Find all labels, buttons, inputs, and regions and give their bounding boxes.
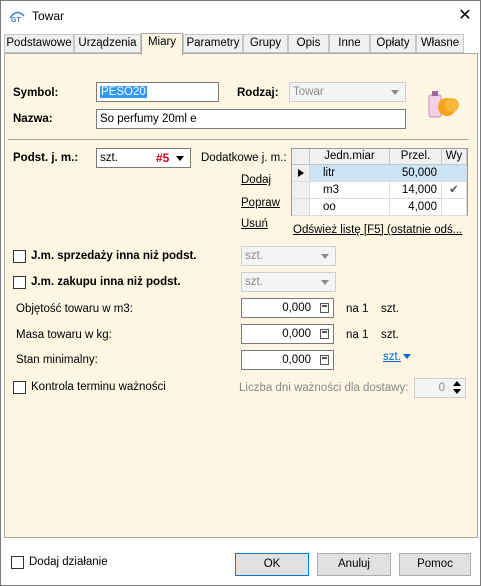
nazwa-label: Nazwa: bbox=[13, 113, 53, 125]
podst-jm-label: Podst. j. m.: bbox=[13, 152, 79, 164]
ok-button[interactable]: OK bbox=[235, 553, 309, 576]
masa-value: 0,000 bbox=[282, 328, 311, 340]
nazwa-input[interactable]: So perfumy 20ml e bbox=[96, 109, 406, 129]
stan-unit-text: szt. bbox=[383, 351, 401, 363]
row-indicator bbox=[292, 199, 310, 216]
tab-urzadzenia[interactable]: Urządzenia bbox=[74, 34, 141, 53]
sprzedazy-value: szt. bbox=[245, 250, 263, 262]
masa-unit: szt. bbox=[381, 329, 399, 341]
expiry-days-spinner: 0 bbox=[414, 378, 466, 398]
cancel-button[interactable]: Anuluj bbox=[317, 553, 391, 576]
grid-cell-unit: oo bbox=[310, 199, 390, 216]
symbol-value: PESO20 bbox=[100, 86, 147, 98]
grid-cell-factor: 4,000 bbox=[390, 199, 442, 216]
stan-input[interactable]: 0,000 bbox=[241, 350, 334, 370]
dodaj-dzialanie-label: Dodaj działanie bbox=[29, 556, 108, 568]
refresh-list-link[interactable]: Odśwież listę [F5] (ostatnie odś... bbox=[293, 224, 471, 236]
objetosc-value: 0,000 bbox=[282, 302, 311, 314]
grid-header-factor[interactable]: Przel. bbox=[390, 149, 442, 165]
objetosc-per: na 1 bbox=[346, 303, 369, 315]
objetosc-unit: szt. bbox=[381, 303, 399, 315]
dodaj-dzialanie-checkbox[interactable] bbox=[11, 556, 24, 569]
chevron-down-icon bbox=[321, 280, 329, 285]
sprzedazy-select: szt. bbox=[241, 246, 336, 266]
tab-inne[interactable]: Inne bbox=[329, 34, 370, 53]
calculator-icon[interactable] bbox=[320, 303, 329, 313]
row-indicator bbox=[292, 165, 310, 182]
sprzedazy-checkbox[interactable] bbox=[13, 250, 26, 263]
product-image bbox=[419, 83, 463, 127]
separator bbox=[8, 139, 468, 140]
symbol-input[interactable]: PESO20 bbox=[96, 82, 219, 102]
current-row-icon bbox=[298, 169, 304, 177]
tab-opis[interactable]: Opis bbox=[288, 34, 329, 53]
grid-cell-check bbox=[442, 165, 467, 182]
table-row[interactable]: oo 4,000 bbox=[292, 199, 467, 216]
podst-jm-select[interactable]: szt. #5 bbox=[96, 148, 191, 168]
expiry-days-label: Liczba dni ważności dla dostawy: bbox=[239, 382, 409, 394]
tab-wlasne[interactable]: Własne bbox=[416, 34, 464, 53]
app-logo-icon: GT bbox=[9, 11, 25, 23]
chevron-down-icon bbox=[321, 254, 329, 259]
podst-jm-value: szt. bbox=[100, 152, 118, 164]
grid-header-unit[interactable]: Jedn.miar bbox=[310, 149, 390, 165]
podst-jm-badge: #5 bbox=[156, 151, 170, 165]
expiry-checkbox[interactable] bbox=[13, 381, 26, 394]
dialog-window: GT Towar ✕ Podstawowe Urządzenia Miary P… bbox=[0, 0, 481, 586]
dodaj-link[interactable]: Dodaj bbox=[241, 174, 271, 186]
expiry-label: Kontrola terminu ważności bbox=[31, 381, 166, 393]
chevron-down-icon bbox=[176, 156, 184, 161]
rodzaj-select: Towar bbox=[289, 82, 406, 102]
objetosc-input[interactable]: 0,000 bbox=[241, 298, 334, 318]
table-row[interactable]: litr 50,000 bbox=[292, 165, 467, 182]
usun-link[interactable]: Usuń bbox=[241, 218, 268, 230]
svg-text:GT: GT bbox=[11, 17, 21, 23]
masa-label: Masa towaru w kg: bbox=[16, 329, 112, 341]
title-bar: GT Towar ✕ bbox=[1, 1, 480, 31]
masa-per: na 1 bbox=[346, 329, 369, 341]
dodatkowe-jm-label: Dodatkowe j. m.: bbox=[201, 152, 287, 164]
row-indicator bbox=[292, 182, 310, 199]
zakupu-checkbox[interactable] bbox=[13, 276, 26, 289]
objetosc-label: Objętość towaru w m3: bbox=[16, 303, 133, 315]
chevron-down-icon[interactable] bbox=[403, 354, 411, 359]
grid-header-indicator bbox=[292, 149, 310, 165]
grid-cell-unit: m3 bbox=[310, 182, 390, 199]
stan-label: Stan minimalny: bbox=[16, 354, 98, 366]
tab-miary[interactable]: Miary bbox=[141, 33, 183, 55]
masa-input[interactable]: 0,000 bbox=[241, 324, 334, 344]
expiry-days-value: 0 bbox=[438, 382, 445, 394]
table-row[interactable]: m3 14,000 ✔ bbox=[292, 182, 467, 199]
zakupu-value: szt. bbox=[245, 276, 263, 288]
tab-parametry[interactable]: Parametry bbox=[183, 34, 243, 53]
tab-oplaty[interactable]: Opłaty bbox=[370, 34, 416, 53]
popraw-link[interactable]: Popraw bbox=[241, 197, 280, 209]
grid-cell-check: ✔ bbox=[442, 182, 467, 199]
sprzedazy-label: J.m. sprzedaży inna niż podst. bbox=[31, 250, 197, 262]
close-icon[interactable]: ✕ bbox=[453, 5, 477, 27]
window-title: Towar bbox=[32, 9, 65, 23]
grid-header-wy[interactable]: Wy bbox=[442, 149, 467, 165]
calculator-icon[interactable] bbox=[320, 355, 329, 365]
calculator-icon[interactable] bbox=[320, 329, 329, 339]
chevron-down-icon bbox=[391, 90, 399, 95]
rodzaj-label: Rodzaj: bbox=[237, 87, 279, 99]
tab-grupy[interactable]: Grupy bbox=[243, 34, 288, 53]
rodzaj-value: Towar bbox=[293, 86, 324, 98]
grid-cell-factor: 50,000 bbox=[390, 165, 442, 182]
spinner-arrows-icon bbox=[450, 380, 464, 396]
tab-podstawowe[interactable]: Podstawowe bbox=[4, 34, 74, 53]
zakupu-select: szt. bbox=[241, 272, 336, 292]
grid-cell-check bbox=[442, 199, 467, 216]
stan-value: 0,000 bbox=[282, 354, 311, 366]
help-button[interactable]: Pomoc bbox=[399, 553, 471, 576]
symbol-label: Symbol: bbox=[13, 87, 59, 99]
stan-unit-link[interactable]: szt. bbox=[383, 351, 401, 363]
tab-bar: Podstawowe Urządzenia Miary Parametry Gr… bbox=[4, 33, 478, 55]
zakupu-label: J.m. zakupu inna niż podst. bbox=[31, 276, 181, 288]
grid-cell-factor: 14,000 bbox=[390, 182, 442, 199]
grid-cell-unit: litr bbox=[310, 165, 390, 182]
units-grid[interactable]: Jedn.miar Przel. Wy litr 50,000 m3 14,00… bbox=[291, 148, 468, 216]
